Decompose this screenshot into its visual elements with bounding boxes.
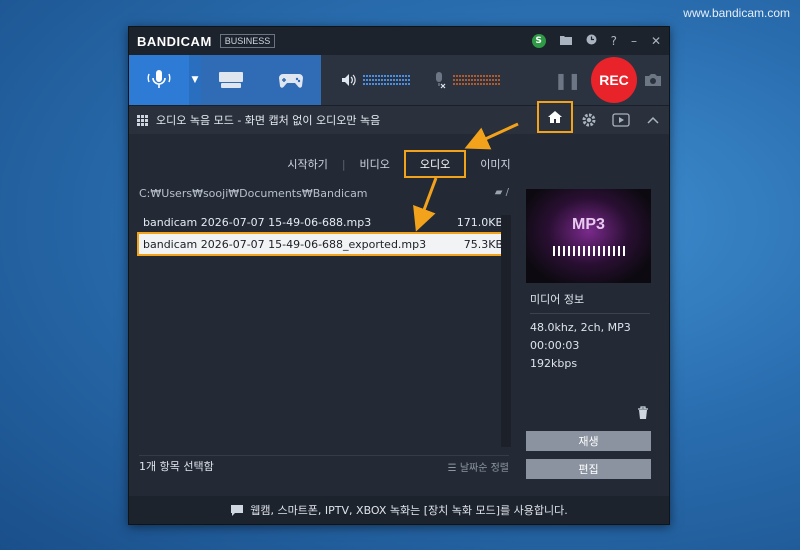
hdmi-mode-button[interactable] [201, 55, 261, 105]
tab-getting-started[interactable]: 시작하기 [273, 156, 341, 172]
status-bar: 1개 항목 선택함 ☰ 날짜순 정렬 [139, 455, 509, 476]
microphone-icon [147, 70, 171, 88]
bandicam-window: BANDICAM BUSINESS S ? – ✕ ▼ ❚❚ REC 오디오 녹… [128, 26, 670, 525]
logo: BANDICAM [137, 33, 212, 49]
file-size: 171.0KB [456, 215, 503, 229]
trash-icon[interactable] [637, 405, 649, 424]
help-icon[interactable]: ? [611, 34, 617, 48]
file-list-scrollbar[interactable] [501, 215, 511, 447]
edition-badge: BUSINESS [219, 34, 276, 48]
clock-icon[interactable] [586, 34, 597, 48]
folder-path[interactable]: C:₩Users₩sooji₩Documents₩Bandicam [139, 187, 368, 200]
selection-count: 1개 항목 선택함 [139, 460, 214, 473]
chat-icon [231, 505, 244, 516]
game-mode-button[interactable] [261, 55, 321, 105]
preview-format-label: MP3 [572, 216, 605, 233]
mode-bar: 오디오 녹음 모드 - 화면 캡처 없이 오디오만 녹음 [129, 101, 669, 134]
folder-icon[interactable] [559, 34, 572, 48]
file-list: bandicam 2026-07-07 15-49-06-688.mp3 171… [137, 213, 509, 451]
account-icon[interactable]: S [531, 34, 546, 48]
waveform-icon [552, 246, 625, 256]
tab-audio[interactable]: 오디오 [403, 150, 467, 178]
media-info-bitrate: 192kbps [530, 357, 578, 370]
minimize-icon[interactable]: – [631, 34, 637, 48]
media-info-duration: 00:00:03 [530, 339, 580, 352]
microphone-level[interactable] [431, 55, 501, 105]
grid-icon[interactable] [137, 114, 148, 126]
list-item-selected[interactable]: bandicam 2026-07-07 15-49-06-688_exporte… [137, 232, 509, 256]
toolbar: ▼ ❚❚ REC [129, 55, 669, 105]
audio-preview-thumbnail: MP3 [526, 189, 651, 283]
file-size: 75.3KB [463, 237, 503, 251]
open-folder-icon[interactable]: ▰ / [495, 187, 509, 200]
collapse-chevron-icon[interactable] [637, 106, 669, 134]
home-icon [548, 111, 562, 123]
pause-icon[interactable]: ❚❚ [554, 55, 581, 105]
speaker-level[interactable] [341, 55, 411, 105]
screenshot-camera-icon[interactable] [637, 55, 669, 105]
hdmi-icon [219, 72, 243, 88]
list-item[interactable]: bandicam 2026-07-07 15-49-06-688.mp3 171… [139, 213, 507, 231]
file-name: bandicam 2026-07-07 15-49-06-688_exporte… [143, 237, 427, 251]
edit-button[interactable]: 편집 [526, 459, 651, 479]
folder-path-bar: C:₩Users₩sooji₩Documents₩Bandicam ▰ / [139, 187, 509, 200]
footer-text[interactable]: 웹캠, 스마트폰, IPTV, XBOX 녹화는 [장치 녹화 모드]를 사용합… [250, 502, 568, 518]
tab-image[interactable]: 이미지 [466, 156, 524, 172]
tab-video[interactable]: 비디오 [346, 156, 404, 172]
mode-dropdown-button[interactable]: ▼ [189, 55, 201, 105]
rec-button[interactable]: REC [591, 57, 637, 103]
media-info-format: 48.0khz, 2ch, MP3 [530, 321, 631, 334]
close-icon[interactable]: ✕ [651, 34, 661, 48]
microphone-vu-meter [453, 75, 501, 85]
media-info-title: 미디어 정보 [530, 291, 650, 314]
gamepad-icon [279, 74, 303, 88]
tab-bar: 시작하기 | 비디오 오디오 이미지 [129, 150, 669, 178]
title-bar: BANDICAM BUSINESS S ? – ✕ [129, 27, 669, 55]
settings-gear-icon[interactable] [573, 106, 605, 134]
sort-by-date[interactable]: ☰ 날짜순 정렬 [448, 459, 509, 474]
play-button[interactable]: 재생 [526, 431, 651, 451]
footer-hint: 웹캠, 스마트폰, IPTV, XBOX 녹화는 [장치 녹화 모드]를 사용합… [129, 496, 669, 524]
video-play-icon[interactable] [605, 106, 637, 134]
speaker-icon [342, 74, 356, 86]
microphone-muted-icon [436, 72, 446, 89]
speaker-vu-meter [363, 75, 411, 85]
file-name: bandicam 2026-07-07 15-49-06-688.mp3 [143, 215, 372, 229]
mode-description: 오디오 녹음 모드 - 화면 캡처 없이 오디오만 녹음 [156, 114, 381, 127]
home-button[interactable] [537, 101, 573, 133]
audio-mode-button[interactable] [129, 55, 189, 105]
watermark: www.bandicam.com [683, 6, 790, 20]
